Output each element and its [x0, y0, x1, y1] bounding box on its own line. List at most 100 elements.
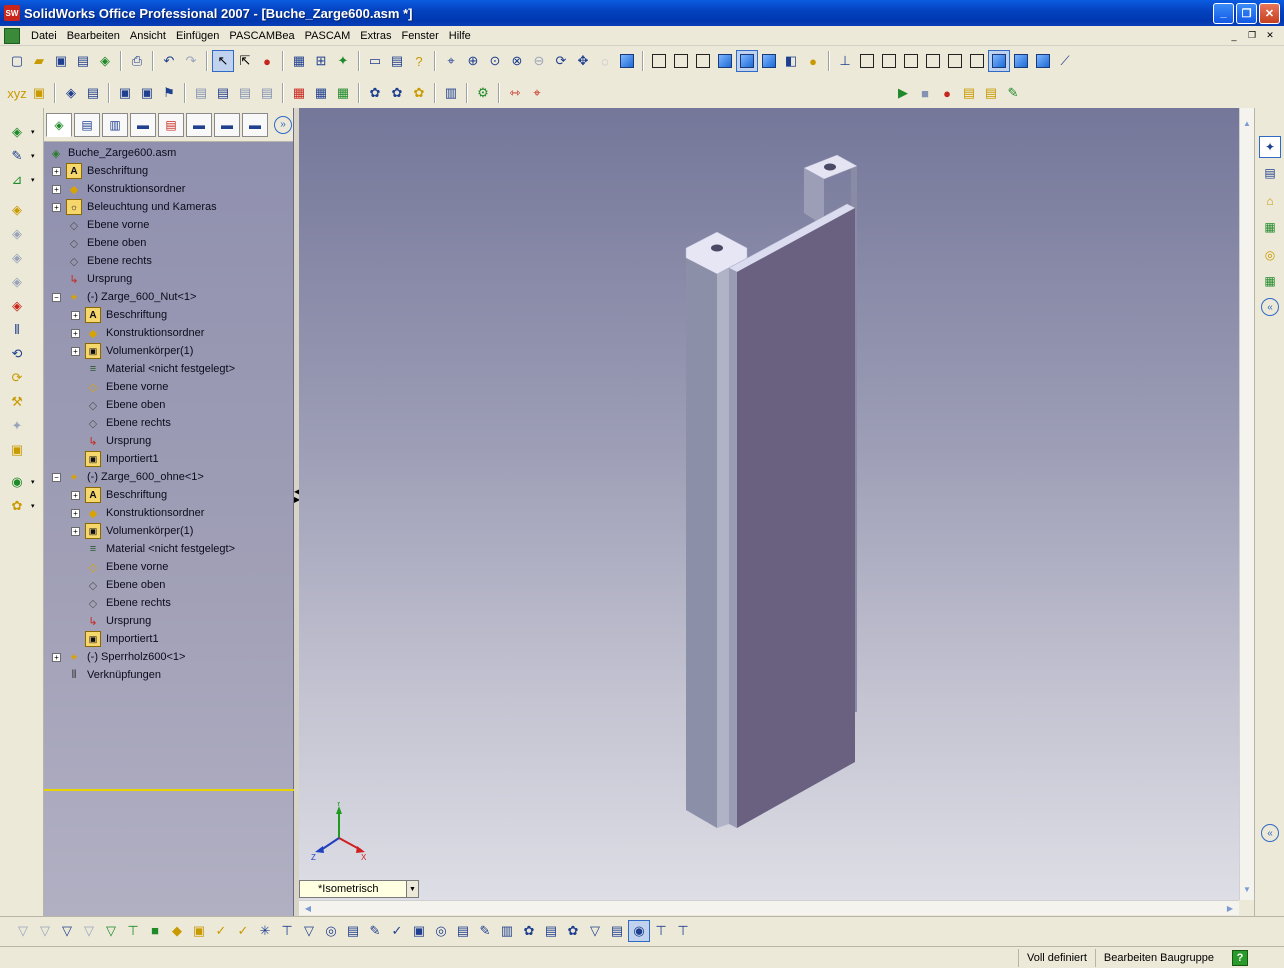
color-palette-2-icon[interactable]: ▦	[310, 82, 332, 104]
standard-views-icon[interactable]	[616, 50, 638, 72]
tab-property-manager-icon[interactable]: ▤	[74, 112, 100, 137]
filter-cosmetic-thread-icon[interactable]: ▣	[408, 920, 430, 942]
tab-pascam-5-icon[interactable]: ▬	[242, 112, 268, 137]
open-folder-icon[interactable]: ▰	[28, 50, 50, 72]
tree-item[interactable]: ◇ Ebene vorne	[44, 378, 294, 396]
insert-components-icon[interactable]: ◈	[6, 200, 28, 220]
tree-item[interactable]: ≡ Material <nicht festgelegt>	[44, 360, 294, 378]
filter-tool-5-icon[interactable]: ⊤	[672, 920, 694, 942]
menu-extras[interactable]: Extras	[355, 30, 396, 42]
tree-item[interactable]: + A Beschriftung	[44, 162, 294, 180]
tree-item[interactable]: + ◆ Konstruktionsordner	[44, 504, 294, 522]
expand-icon[interactable]: +	[71, 310, 80, 320]
filter-toggle-icon[interactable]: ▽	[12, 920, 34, 942]
filter-notes-icon[interactable]: ▽	[298, 920, 320, 942]
hide-show-icon[interactable]: ◈	[6, 224, 28, 244]
expand-icon[interactable]: +	[52, 184, 61, 194]
cam-tool-5-icon[interactable]: ▤	[212, 82, 234, 104]
tree-item[interactable]: ↳ Ursprung	[44, 612, 294, 630]
menu-fenster[interactable]: Fenster	[396, 30, 443, 42]
back-view-icon[interactable]	[878, 50, 900, 72]
macro-customize-icon[interactable]: ✎	[1002, 82, 1024, 104]
assembly-model[interactable]	[299, 108, 1239, 900]
trimetric-view-icon[interactable]	[1010, 50, 1032, 72]
cam-tool-3-icon[interactable]: ⚑	[158, 82, 180, 104]
tree-item[interactable]: ◇ Ebene rechts	[44, 252, 294, 270]
close-button[interactable]: ✕	[1259, 2, 1280, 24]
cam-tool-1-icon[interactable]: ▣	[114, 82, 136, 104]
tree-item[interactable]: ▣ Importiert1	[44, 630, 294, 648]
cam-tool-2-icon[interactable]: ▣	[136, 82, 158, 104]
print-icon[interactable]: ▤	[72, 50, 94, 72]
menu-bearbeiten[interactable]: Bearbeiten	[62, 30, 125, 42]
tree-item[interactable]: ◇ Ebene rechts	[44, 414, 294, 432]
graphics-area[interactable]: Y X Z *Isometrisch ▼	[299, 108, 1239, 900]
filter-edges-icon[interactable]: ▽	[78, 920, 100, 942]
expand-icon[interactable]: +	[71, 328, 80, 338]
dimetric-view-icon[interactable]	[1032, 50, 1054, 72]
expand-icon[interactable]: +	[52, 166, 61, 176]
macro-new-icon[interactable]: ▤	[958, 82, 980, 104]
tree-item[interactable]: ◇ Ebene oben	[44, 396, 294, 414]
doc-restore-button[interactable]: ❐	[1244, 29, 1260, 43]
front-frame-groove[interactable]	[717, 268, 729, 828]
hidden-lines-visible-icon[interactable]	[670, 50, 692, 72]
settings-gear-icon[interactable]: ⚙	[472, 82, 494, 104]
tree-item[interactable]: ◇ Ebene oben	[44, 576, 294, 594]
tree-item[interactable]: ↳ Ursprung	[44, 270, 294, 288]
filter-clear-icon[interactable]: ▽	[34, 920, 56, 942]
menu-datei[interactable]: Datei	[26, 30, 62, 42]
rebuild-traffic-light-icon[interactable]: ●	[256, 50, 278, 72]
menu-pascambea[interactable]: PASCAMBea	[224, 30, 299, 42]
tree-item[interactable]: ◇ Ebene oben	[44, 234, 294, 252]
move-component-icon[interactable]: ⟲	[6, 344, 28, 364]
tree-item[interactable]: + A Beschriftung	[44, 306, 294, 324]
tree-item[interactable]: + ▣ Volumenkörper(1)	[44, 342, 294, 360]
smart-fasteners-icon[interactable]: ⚒	[6, 392, 28, 412]
hidden-lines-removed-icon[interactable]	[692, 50, 714, 72]
cam-tool-7-icon[interactable]: ▤	[256, 82, 278, 104]
filter-blocks-icon[interactable]: ◎	[430, 920, 452, 942]
expand-icon[interactable]: +	[71, 346, 80, 356]
doc-close-button[interactable]: ✕	[1262, 29, 1278, 43]
roll-view-icon[interactable]: ◌	[594, 50, 616, 72]
left-view-icon[interactable]	[900, 50, 922, 72]
printer-icon[interactable]: ⎙	[126, 50, 148, 72]
front-frame-left-face[interactable]	[686, 258, 717, 828]
right-view-icon[interactable]	[922, 50, 944, 72]
window-layout-icon[interactable]: ▭	[364, 50, 386, 72]
collapse-pane-bottom-icon[interactable]: «	[1261, 824, 1279, 842]
interference-detection-icon[interactable]: ▣	[6, 440, 28, 460]
cam-tool-6-icon[interactable]: ▤	[234, 82, 256, 104]
zoom-in-out-icon[interactable]: ⊙	[484, 50, 506, 72]
collapse-pane-top-icon[interactable]: «	[1261, 298, 1279, 316]
section-view-icon[interactable]: ◧	[780, 50, 802, 72]
filter-hole-callout-icon[interactable]: ▤	[452, 920, 474, 942]
tab-pascam-3-icon[interactable]: ▬	[186, 112, 212, 137]
tree-item[interactable]: + A Beschriftung	[44, 486, 294, 504]
realview-icon[interactable]: ●	[802, 50, 824, 72]
filter-dimensions-icon[interactable]: ⊤	[276, 920, 298, 942]
tree-rollback-bar[interactable]	[44, 789, 294, 791]
zoom-selection-icon[interactable]: ⊗	[506, 50, 528, 72]
scroll-left-icon[interactable]: ◀	[301, 902, 315, 914]
filter-table-icon[interactable]: ▤	[540, 920, 562, 942]
make-assembly-icon[interactable]: ◈	[94, 50, 116, 72]
macro-stop-icon[interactable]: ■	[914, 82, 936, 104]
color-palette-3-icon[interactable]: ▦	[332, 82, 354, 104]
measure-point-icon[interactable]: ⌖	[526, 82, 548, 104]
appearances-icon[interactable]: ▦	[1259, 270, 1281, 292]
change-suppression-icon[interactable]: ◈	[6, 248, 28, 268]
tree-item[interactable]: + ▣ Volumenkörper(1)	[44, 522, 294, 540]
properties-icon[interactable]: ▤	[386, 50, 408, 72]
shaded-icon[interactable]	[736, 50, 758, 72]
filter-tool-3-icon[interactable]: ◉	[628, 919, 650, 942]
scroll-down-icon[interactable]: ▼	[1241, 882, 1253, 896]
cam-tool-4-icon[interactable]: ▤	[190, 82, 212, 104]
tree-item[interactable]: + ◆ Konstruktionsordner	[44, 324, 294, 342]
rotate-view-icon[interactable]: ⟳	[550, 50, 572, 72]
filter-gtol-icon[interactable]: ▤	[342, 920, 364, 942]
save-icon[interactable]: ▣	[50, 50, 72, 72]
tree-item[interactable]: ≡ Material <nicht festgelegt>	[44, 540, 294, 558]
link-views-icon[interactable]: ⟋	[1054, 50, 1076, 72]
